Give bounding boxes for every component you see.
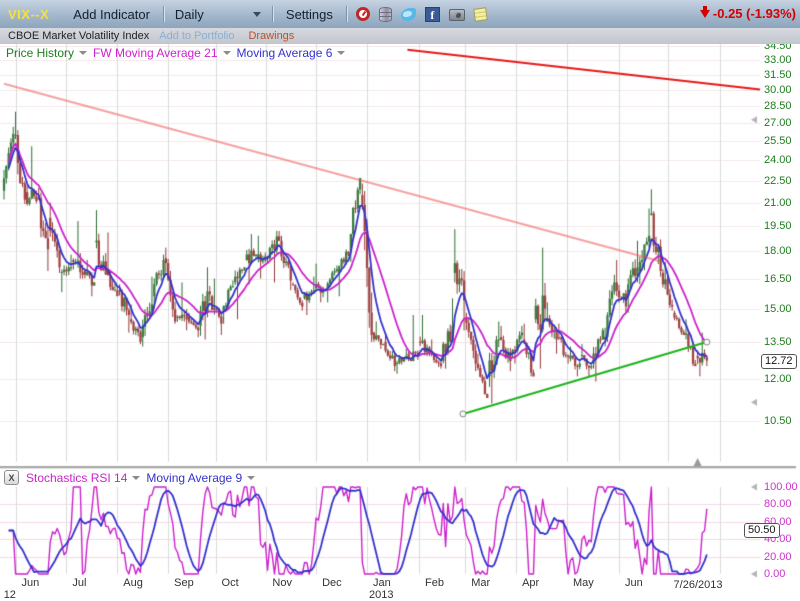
indicator-axis-tick: 80.00 bbox=[764, 498, 792, 510]
price-axis-tick: 28.50 bbox=[764, 100, 792, 112]
price-axis-tick: 24.00 bbox=[764, 154, 792, 166]
chevron-down-icon bbox=[132, 476, 140, 480]
camera-icon[interactable] bbox=[449, 9, 465, 21]
price-axis-tick: 16.50 bbox=[764, 273, 792, 285]
month-label: Jul bbox=[72, 577, 86, 589]
indicator-value-badge: 50.50 bbox=[744, 523, 780, 538]
price-axis-tick: 33.00 bbox=[764, 54, 792, 66]
sub-chart-legend: Stochastics RSI 14 Moving Average 9 bbox=[26, 471, 261, 485]
subheader: CBOE Market Volatility Index Add to Port… bbox=[0, 28, 800, 44]
alerts-icon[interactable] bbox=[356, 7, 370, 21]
indicator-axis-tick: 0.00 bbox=[764, 568, 785, 580]
month-label: Jun bbox=[625, 577, 643, 589]
price-axis-tick: 10.50 bbox=[764, 415, 792, 427]
month-label: Jan bbox=[373, 577, 391, 589]
month-label: Apr bbox=[522, 577, 539, 589]
price-axis-tick: 27.00 bbox=[764, 117, 792, 129]
legend-moving-average-6[interactable]: Moving Average 6 bbox=[237, 46, 346, 60]
chart-canvas[interactable] bbox=[0, 0, 800, 601]
chevron-down-icon bbox=[247, 476, 255, 480]
change-value: -0.25 (-1.93%) bbox=[713, 6, 796, 21]
month-label: Sep bbox=[174, 577, 194, 589]
drawings-link[interactable]: Drawings bbox=[248, 30, 294, 42]
legend-price-history[interactable]: Price History bbox=[6, 46, 87, 60]
price-axis-tick: 30.00 bbox=[764, 84, 792, 96]
month-label: Aug bbox=[123, 577, 143, 589]
close-indicator-button[interactable]: X bbox=[4, 470, 19, 485]
chevron-down-icon bbox=[223, 51, 231, 55]
price-axis-tick: 31.50 bbox=[764, 69, 792, 81]
month-label: Feb bbox=[425, 577, 444, 589]
month-label: Oct bbox=[222, 577, 239, 589]
notes-icon[interactable] bbox=[473, 7, 488, 22]
database-icon[interactable] bbox=[379, 7, 392, 22]
month-label: Mar bbox=[471, 577, 490, 589]
down-arrow-icon bbox=[700, 10, 710, 18]
toolbar-separator bbox=[163, 6, 164, 22]
symbol-label: VIX--X bbox=[8, 7, 49, 22]
month-label: Nov bbox=[272, 577, 292, 589]
price-axis-tick: 22.50 bbox=[764, 175, 792, 187]
settings-button[interactable]: Settings bbox=[286, 7, 333, 22]
month-label: Dec bbox=[322, 577, 342, 589]
timeframe-dropdown[interactable]: Daily bbox=[175, 7, 261, 22]
indicator-axis-tick: 20.00 bbox=[764, 551, 792, 563]
facebook-icon[interactable]: f bbox=[425, 7, 440, 22]
legend-stochastics-rsi[interactable]: Stochastics RSI 14 bbox=[26, 471, 140, 485]
symbol-description: CBOE Market Volatility Index bbox=[8, 30, 149, 42]
legend-fw-moving-average-21[interactable]: FW Moving Average 21 bbox=[93, 46, 231, 60]
last-price-badge: 12.72 bbox=[761, 354, 797, 369]
add-indicator-button[interactable]: Add Indicator bbox=[73, 7, 150, 22]
twitter-icon[interactable] bbox=[401, 8, 416, 21]
chevron-down-icon bbox=[253, 12, 261, 17]
price-axis-tick: 25.50 bbox=[764, 135, 792, 147]
toolbar-icons: f bbox=[356, 7, 487, 22]
charting-app: VIX--X Add Indicator Daily Settings f -0… bbox=[0, 0, 800, 601]
chevron-down-icon bbox=[79, 51, 87, 55]
price-axis-tick: 12.00 bbox=[764, 373, 792, 385]
year-label: 2013 bbox=[369, 589, 393, 601]
toolbar: VIX--X Add Indicator Daily Settings f -0… bbox=[0, 0, 800, 28]
price-axis-tick: 18.00 bbox=[764, 245, 792, 257]
last-date-label: 7/26/2013 bbox=[672, 579, 724, 591]
price-axis-tick: 21.00 bbox=[764, 197, 792, 209]
chevron-down-icon bbox=[337, 51, 345, 55]
toolbar-separator bbox=[272, 6, 273, 22]
toolbar-separator bbox=[346, 6, 347, 22]
main-chart-legend: Price History FW Moving Average 21 Movin… bbox=[6, 46, 351, 60]
price-axis-tick: 13.50 bbox=[764, 336, 792, 348]
price-axis-tick: 19.50 bbox=[764, 220, 792, 232]
timeframe-value: Daily bbox=[175, 7, 204, 22]
indicator-axis-tick: 100.00 bbox=[764, 481, 798, 493]
price-axis-tick: 15.00 bbox=[764, 303, 792, 315]
legend-moving-average-9[interactable]: Moving Average 9 bbox=[146, 471, 255, 485]
month-label: Jun bbox=[22, 577, 40, 589]
year-label: 12 bbox=[4, 589, 16, 601]
month-label: May bbox=[573, 577, 594, 589]
add-to-portfolio-link[interactable]: Add to Portfolio bbox=[159, 30, 234, 42]
change-indicator: -0.25 (-1.93%) bbox=[700, 6, 796, 21]
